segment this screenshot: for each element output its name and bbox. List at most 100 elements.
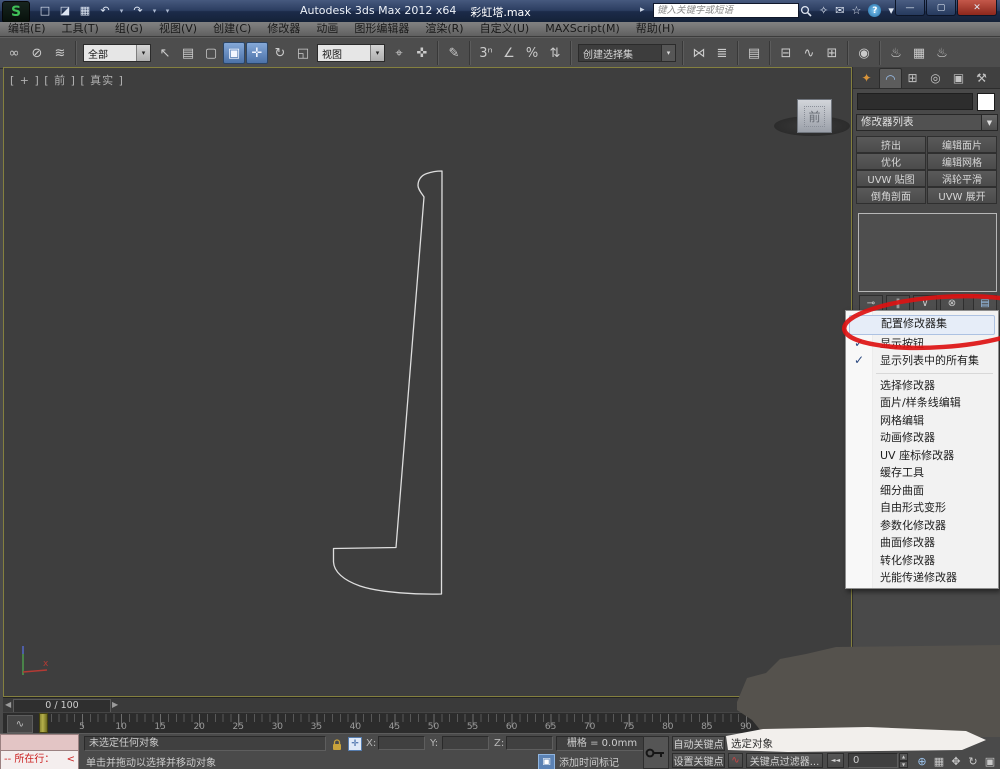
reference-coordinate-dropdown[interactable]: 视图▾ <box>317 44 385 62</box>
selection-lock-icon[interactable] <box>330 737 344 751</box>
selection-filter-dropdown-arrow-icon[interactable]: ▾ <box>136 45 150 61</box>
named-selection-sets-dropdown-arrow-icon[interactable]: ▾ <box>661 45 675 61</box>
reference-coordinate-dropdown-arrow-icon[interactable]: ▾ <box>370 45 384 61</box>
object-color-swatch[interactable] <box>977 93 995 111</box>
context-menu-item-7[interactable]: 动画修改器 <box>846 429 998 447</box>
mini-curve-editor-button[interactable]: ∿ <box>7 715 33 733</box>
render-setup-icon[interactable]: ♨ <box>885 42 907 64</box>
infocenter-search-input[interactable] <box>653 3 799 18</box>
context-menu-item-1[interactable]: 配置修改器集 <box>849 315 995 335</box>
maximize-button[interactable]: ▢ <box>926 0 956 16</box>
current-frame-field[interactable]: 0 <box>848 753 898 768</box>
maxscript-mini-listener[interactable]: -- 所在行： < <box>0 751 79 769</box>
object-name-field[interactable] <box>857 93 973 110</box>
save-file-icon[interactable]: ▦ <box>76 2 94 19</box>
context-menu-item-11[interactable]: 自由形式变形 <box>846 499 998 517</box>
add-time-tag-icon[interactable]: ▣ <box>538 754 555 769</box>
menubar-item-6[interactable]: 修改器 <box>259 22 308 36</box>
modifier-stack-list[interactable] <box>858 213 997 292</box>
context-menu-item-15[interactable]: 光能传递修改器 <box>846 569 998 587</box>
time-slider-handle[interactable] <box>39 713 48 733</box>
tab-motion[interactable]: ◎ <box>925 68 946 87</box>
coord-field-z[interactable] <box>506 736 553 750</box>
set-keys-button[interactable] <box>643 736 669 769</box>
undo-caret-icon[interactable]: ▾ <box>116 2 127 19</box>
set-key-button[interactable]: 设置关键点 <box>672 753 725 768</box>
select-and-link-icon[interactable]: ∞ <box>3 42 25 64</box>
select-and-scale-icon[interactable]: ◱ <box>292 42 314 64</box>
infocenter-expander-icon[interactable]: ▸ <box>640 5 645 15</box>
close-button[interactable]: ✕ <box>957 0 997 16</box>
selection-region-icon[interactable]: ▢ <box>200 42 222 64</box>
tab-utilities[interactable]: ⚒ <box>971 68 992 87</box>
spinner-down-icon[interactable]: ▼ <box>899 761 908 769</box>
select-by-name-icon[interactable]: ▤ <box>177 42 199 64</box>
context-menu-item-6[interactable]: 网格编辑 <box>846 412 998 430</box>
menubar-item-8[interactable]: 图形编辑器 <box>346 22 417 36</box>
minimize-button[interactable]: — <box>895 0 925 16</box>
context-menu-item-8[interactable]: UV 座标修改器 <box>846 447 998 465</box>
selected-mode-label[interactable]: 选定对象 <box>731 736 773 751</box>
select-and-rotate-icon[interactable]: ↻ <box>269 42 291 64</box>
graphite-ribbon-icon[interactable]: ⊟ <box>775 42 797 64</box>
orbit-icon[interactable]: ↻ <box>965 753 981 769</box>
tab-create[interactable]: ✦ <box>856 68 877 87</box>
select-and-manipulate-icon[interactable]: ✜ <box>411 42 433 64</box>
redo-icon[interactable]: ↷ <box>129 2 147 19</box>
modifier-list-arrow-icon[interactable]: ▼ <box>982 114 998 131</box>
communication-center-icon[interactable]: ✉ <box>835 4 844 17</box>
coord-field-x[interactable] <box>378 736 425 750</box>
qat-options-caret-icon[interactable]: ▾ <box>162 2 173 19</box>
add-time-tag-label[interactable]: 添加时间标记 <box>559 754 619 769</box>
snap-3d-icon[interactable]: 3ⁿ <box>475 42 497 64</box>
menubar-item-12[interactable]: 帮助(H) <box>628 22 683 36</box>
maximize-viewport-icon[interactable]: ▣ <box>982 753 998 769</box>
absolute-offset-mode-toggle[interactable]: ✛ <box>348 737 362 751</box>
modifier-button-2[interactable]: 编辑面片 <box>927 136 997 153</box>
render-production-icon[interactable]: ♨ <box>931 42 953 64</box>
tab-modify[interactable]: ◠ <box>879 68 902 88</box>
context-menu-item-13[interactable]: 曲面修改器 <box>846 534 998 552</box>
menubar-item-5[interactable]: 创建(C) <box>205 22 259 36</box>
undo-icon[interactable]: ↶ <box>96 2 114 19</box>
menubar-item-10[interactable]: 自定义(U) <box>472 22 538 36</box>
modifier-button-3[interactable]: 优化 <box>856 153 926 170</box>
new-file-icon[interactable]: □ <box>36 2 54 19</box>
listener-scroll-arrow[interactable]: < <box>67 751 75 768</box>
unlink-selection-icon[interactable]: ⊘ <box>26 42 48 64</box>
zoom-all-icon[interactable]: ▦ <box>931 753 947 769</box>
spline-profile-shape[interactable] <box>4 68 851 696</box>
favorites-icon[interactable]: ☆ <box>851 4 861 17</box>
menubar-item-3[interactable]: 组(G) <box>107 22 151 36</box>
auto-key-button[interactable]: 自动关键点 <box>672 736 725 751</box>
select-object-icon[interactable]: ↖ <box>154 42 176 64</box>
modifier-button-4[interactable]: 编辑网格 <box>927 153 997 170</box>
context-menu-item-5[interactable]: 面片/样条线编辑 <box>846 394 998 412</box>
context-menu-item-2[interactable]: ✓显示按钮 <box>846 335 998 353</box>
curve-editor-icon[interactable]: ∿ <box>798 42 820 64</box>
previous-frame-button[interactable]: ◀ <box>5 700 11 709</box>
pan-icon[interactable]: ✥ <box>948 753 964 769</box>
named-selection-sets-dropdown[interactable]: 创建选择集▾ <box>578 44 676 62</box>
schematic-view-icon[interactable]: ⊞ <box>821 42 843 64</box>
default-tangent-icon[interactable]: ∿ <box>728 753 743 768</box>
modifier-button-5[interactable]: UVW 贴图 <box>856 170 926 187</box>
layer-manager-icon[interactable]: ▤ <box>743 42 765 64</box>
selection-filter-dropdown[interactable]: 全部▾ <box>83 44 151 62</box>
spinner-snap-icon[interactable]: ⇅ <box>544 42 566 64</box>
frame-spinner[interactable]: ▲▼ <box>899 753 908 768</box>
percent-snap-icon[interactable]: % <box>521 42 543 64</box>
zoom-icon[interactable]: ⊕ <box>914 753 930 769</box>
key-filters-button[interactable]: 关键点过滤器... <box>746 753 823 768</box>
menubar-item-9[interactable]: 渲染(R) <box>417 22 471 36</box>
maxscript-macro-recorder[interactable] <box>0 734 79 751</box>
rendered-frame-window-icon[interactable]: ▦ <box>908 42 930 64</box>
menubar-item-2[interactable]: 工具(T) <box>54 22 107 36</box>
modifier-button-8[interactable]: UVW 展开 <box>927 187 997 204</box>
context-menu-item-9[interactable]: 缓存工具 <box>846 464 998 482</box>
context-menu-item-14[interactable]: 转化修改器 <box>846 552 998 570</box>
menubar-item-4[interactable]: 视图(V) <box>151 22 205 36</box>
track-bar[interactable]: ∿ 51015202530354045505560657075808590 <box>3 712 851 733</box>
spinner-up-icon[interactable]: ▲ <box>899 753 908 761</box>
help-icon[interactable]: ? <box>868 4 881 17</box>
